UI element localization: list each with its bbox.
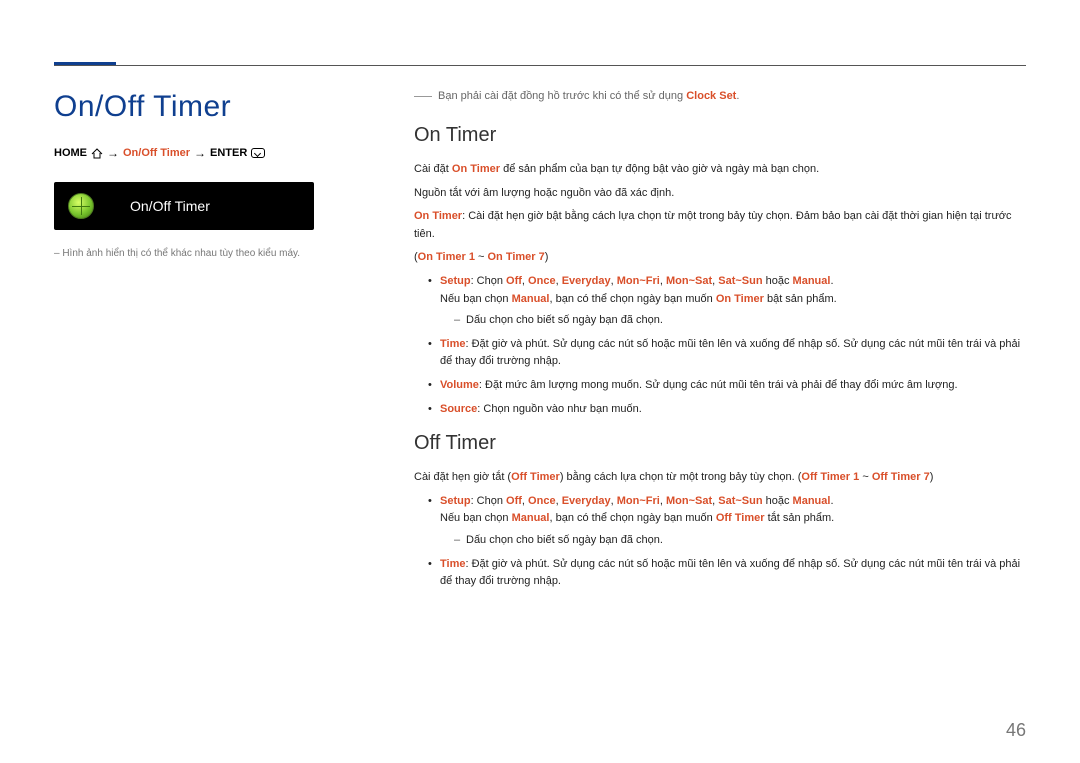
opt-manual: Manual xyxy=(793,495,831,507)
on-timer-hl: On Timer xyxy=(452,163,500,175)
opt-satsun: Sat~Sun xyxy=(718,495,762,507)
text: ) xyxy=(930,471,934,483)
text: . xyxy=(830,495,833,507)
on-timer-list: Setup: Chọn Off, Once, Everyday, Mon~Fri… xyxy=(428,273,1026,418)
dash-icon xyxy=(414,96,432,97)
breadcrumb-middle: On/Off Timer xyxy=(123,147,190,159)
menu-box: On/Off Timer xyxy=(54,182,314,230)
source-label: Source xyxy=(440,403,477,415)
range-a: Off Timer 1 xyxy=(801,471,859,483)
opt-once: Once xyxy=(528,495,556,507)
setup-label: Setup xyxy=(440,495,471,507)
volume-label: Volume xyxy=(440,379,479,391)
text: : Chọn nguồn vào như bạn muốn. xyxy=(477,403,642,415)
text: : Cài đặt hẹn giờ bật bằng cách lựa chọn… xyxy=(414,210,1012,240)
list-item: Volume: Đặt mức âm lượng mong muốn. Sử d… xyxy=(428,377,1026,395)
text: , bạn có thể chọn ngày bạn muốn xyxy=(549,512,715,524)
range-b: Off Timer 7 xyxy=(872,471,930,483)
time-label: Time xyxy=(440,558,465,570)
text: , bạn có thể chọn ngày bạn muốn xyxy=(549,293,715,305)
off-timer-p1: Cài đặt hẹn giờ tắt (Off Timer) bằng các… xyxy=(414,469,1026,487)
opt-manual: Manual xyxy=(512,293,550,305)
page-title: On/Off Timer xyxy=(54,90,384,124)
text: Cài đặt xyxy=(414,163,452,175)
opt-once: Once xyxy=(528,275,556,287)
text: : Đặt giờ và phút. Sử dụng các nút số ho… xyxy=(440,338,1020,368)
left-column: On/Off Timer HOME → On/Off Timer → ENTER… xyxy=(54,90,414,703)
on-timer-hl: On Timer xyxy=(414,210,462,222)
opt-everyday: Everyday xyxy=(562,275,611,287)
home-icon xyxy=(91,148,103,159)
on-timer-p2: Nguồn tắt với âm lượng hoặc nguồn vào đã… xyxy=(414,185,1026,203)
top-rule xyxy=(54,65,1026,66)
list-item: Source: Chọn nguồn vào như bạn muốn. xyxy=(428,401,1026,419)
opt-satsun: Sat~Sun xyxy=(718,275,762,287)
breadcrumb-enter: ENTER xyxy=(210,147,247,159)
text: ) xyxy=(545,251,549,263)
off-timer-heading: Off Timer xyxy=(414,432,1026,455)
text: : Đặt giờ và phút. Sử dụng các nút số ho… xyxy=(440,558,1020,588)
range-a: On Timer 1 xyxy=(418,251,475,263)
pre-note-text: Bạn phải cài đặt đồng hồ trước khi có th… xyxy=(438,90,686,102)
image-footnote: – Hình ảnh hiển thị có thể khác nhau tùy… xyxy=(54,248,384,259)
pre-note-suffix: . xyxy=(736,90,739,102)
opt-manual: Manual xyxy=(793,275,831,287)
list-item: Time: Đặt giờ và phút. Sử dụng các nút s… xyxy=(428,556,1026,591)
opt-monfri: Mon~Fri xyxy=(617,275,660,287)
setup-label: Setup xyxy=(440,275,471,287)
text: hoặc xyxy=(763,275,793,287)
text: Nếu bạn chọn xyxy=(440,293,512,305)
off-timer-hl: Off Timer xyxy=(511,471,560,483)
content-area: On/Off Timer HOME → On/Off Timer → ENTER… xyxy=(54,90,1026,703)
breadcrumb: HOME → On/Off Timer → ENTER xyxy=(54,146,384,160)
on-timer-hl: On Timer xyxy=(716,293,764,305)
text: : Chọn xyxy=(471,495,506,507)
sub-item: Dấu chọn cho biết số ngày bạn đã chọn. xyxy=(454,532,1026,550)
text: để sản phẩm của bạn tự động bật vào giờ … xyxy=(500,163,819,175)
text: ) bằng cách lựa chọn từ một trong bảy tù… xyxy=(560,471,802,483)
breadcrumb-home: HOME xyxy=(54,147,87,159)
opt-manual: Manual xyxy=(512,512,550,524)
on-timer-p1: Cài đặt On Timer để sản phẩm của bạn tự … xyxy=(414,161,1026,179)
text: ~ xyxy=(475,251,488,263)
text: tắt sản phẩm. xyxy=(765,512,835,524)
opt-monsat: Mon~Sat xyxy=(666,275,712,287)
sub-list: Dấu chọn cho biết số ngày bạn đã chọn. xyxy=(454,312,1026,330)
on-timer-range: (On Timer 1 ~ On Timer 7) xyxy=(414,249,1026,267)
text: Cài đặt hẹn giờ tắt ( xyxy=(414,471,511,483)
page-root: On/Off Timer HOME → On/Off Timer → ENTER… xyxy=(0,0,1080,763)
text: bật sản phẩm. xyxy=(764,293,837,305)
text: ~ xyxy=(859,471,872,483)
sub-item: Dấu chọn cho biết số ngày bạn đã chọn. xyxy=(454,312,1026,330)
opt-monsat: Mon~Sat xyxy=(666,495,712,507)
opt-off: Off xyxy=(506,275,522,287)
page-number: 46 xyxy=(1006,720,1026,741)
range-b: On Timer 7 xyxy=(487,251,544,263)
list-item: Setup: Chọn Off, Once, Everyday, Mon~Fri… xyxy=(428,273,1026,330)
opt-off: Off xyxy=(506,495,522,507)
text: : Đặt mức âm lượng mong muốn. Sử dụng cá… xyxy=(479,379,958,391)
time-label: Time xyxy=(440,338,465,350)
text: . xyxy=(830,275,833,287)
on-timer-p3: On Timer: Cài đặt hẹn giờ bật bằng cách … xyxy=(414,208,1026,243)
text: Nếu bạn chọn xyxy=(440,512,512,524)
text: hoặc xyxy=(763,495,793,507)
pre-note: Bạn phải cài đặt đồng hồ trước khi có th… xyxy=(414,90,1026,102)
sub-list: Dấu chọn cho biết số ngày bạn đã chọn. xyxy=(454,532,1026,550)
off-timer-list: Setup: Chọn Off, Once, Everyday, Mon~Fri… xyxy=(428,493,1026,591)
arrow-icon: → xyxy=(194,146,206,160)
enter-icon xyxy=(251,148,265,158)
clock-icon xyxy=(68,193,94,219)
list-item: Time: Đặt giờ và phút. Sử dụng các nút s… xyxy=(428,336,1026,371)
opt-monfri: Mon~Fri xyxy=(617,495,660,507)
text: : Chọn xyxy=(471,275,506,287)
menu-box-label: On/Off Timer xyxy=(130,198,210,214)
opt-everyday: Everyday xyxy=(562,495,611,507)
list-item: Setup: Chọn Off, Once, Everyday, Mon~Fri… xyxy=(428,493,1026,550)
pre-note-hl: Clock Set xyxy=(686,90,736,102)
on-timer-heading: On Timer xyxy=(414,124,1026,147)
off-timer-hl: Off Timer xyxy=(716,512,765,524)
right-column: Bạn phải cài đặt đồng hồ trước khi có th… xyxy=(414,90,1026,703)
arrow-icon: → xyxy=(107,146,119,160)
